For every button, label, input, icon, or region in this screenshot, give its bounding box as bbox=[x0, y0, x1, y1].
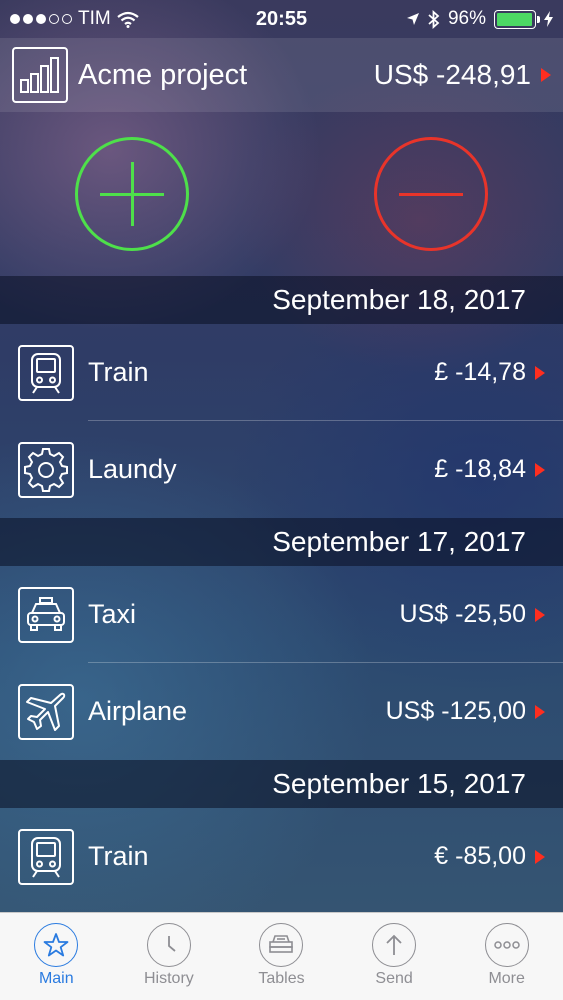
item-amount: £ -14,78 bbox=[434, 358, 526, 386]
item-label: Train bbox=[88, 357, 149, 387]
status-time: 20:55 bbox=[255, 7, 308, 30]
tab-history[interactable]: History bbox=[113, 913, 226, 1000]
battery-icon bbox=[494, 9, 540, 29]
item-label: Taxi bbox=[88, 599, 137, 629]
tab-label: Send bbox=[375, 970, 413, 987]
minus-icon bbox=[399, 192, 463, 196]
tab-main[interactable]: Main bbox=[0, 913, 113, 1000]
location-arrow-icon bbox=[406, 13, 419, 25]
star-icon bbox=[34, 923, 79, 967]
status-bar: TIM 20:55 96% bbox=[0, 0, 563, 38]
chevron-right-icon bbox=[535, 365, 545, 380]
item-amount: US$ -125,00 bbox=[385, 697, 526, 725]
item-amount: £ -18,84 bbox=[434, 455, 526, 483]
tab-send[interactable]: Send bbox=[338, 913, 451, 1000]
tab-label: More bbox=[488, 970, 525, 987]
bluetooth-icon bbox=[428, 9, 440, 29]
chevron-right-icon bbox=[535, 607, 545, 622]
clock-icon bbox=[146, 923, 191, 967]
list-item[interactable]: Train € -85,00 bbox=[0, 808, 563, 905]
item-amount: € -85,00 bbox=[434, 842, 526, 870]
chevron-right-icon bbox=[535, 849, 545, 864]
chevron-right-icon bbox=[535, 462, 545, 477]
tab-label: Tables bbox=[258, 970, 305, 987]
signal-strength-icon bbox=[10, 14, 72, 24]
item-label: Laundy bbox=[88, 454, 177, 484]
transaction-list: September 18, 2017 Train £ -14,78 Laundy… bbox=[0, 276, 563, 905]
battery-percent: 96% bbox=[447, 8, 486, 29]
tab-bar: Main History Tables Send More bbox=[0, 912, 563, 1000]
section-date: September 17, 2017 bbox=[272, 526, 526, 557]
taxi-icon bbox=[18, 586, 74, 643]
add-income-button[interactable] bbox=[75, 137, 189, 251]
train-icon bbox=[18, 344, 74, 401]
more-icon bbox=[484, 923, 529, 967]
carrier-name: TIM bbox=[78, 8, 111, 29]
list-item[interactable]: Laundy £ -18,84 bbox=[0, 421, 563, 518]
list-item[interactable]: Train £ -14,78 bbox=[0, 324, 563, 421]
section-date: September 18, 2017 bbox=[272, 284, 526, 315]
action-buttons bbox=[0, 112, 563, 276]
item-amount: US$ -25,50 bbox=[399, 600, 526, 628]
tab-label: History bbox=[144, 970, 194, 987]
item-label: Train bbox=[88, 841, 149, 871]
train-icon bbox=[18, 828, 74, 885]
chevron-right-icon bbox=[541, 68, 551, 82]
wifi-icon bbox=[117, 11, 139, 28]
airplane-icon bbox=[18, 683, 74, 740]
section-header: September 15, 2017 bbox=[0, 760, 563, 808]
section-date: September 15, 2017 bbox=[272, 768, 526, 799]
project-total: US$ -248,91 bbox=[373, 59, 531, 90]
charging-icon bbox=[544, 11, 553, 27]
section-header: September 17, 2017 bbox=[0, 518, 563, 566]
list-item[interactable]: Airplane US$ -125,00 bbox=[0, 663, 563, 760]
add-expense-button[interactable] bbox=[374, 137, 488, 251]
bar-chart-icon bbox=[12, 47, 68, 103]
chevron-right-icon bbox=[535, 704, 545, 719]
send-icon bbox=[372, 923, 417, 967]
tables-icon bbox=[259, 923, 304, 967]
list-item[interactable]: Taxi US$ -25,50 bbox=[0, 566, 563, 663]
tab-tables[interactable]: Tables bbox=[225, 913, 338, 1000]
tab-label: Main bbox=[38, 970, 74, 987]
tab-more[interactable]: More bbox=[450, 913, 563, 1000]
project-header[interactable]: Acme project US$ -248,91 bbox=[0, 38, 563, 112]
item-label: Airplane bbox=[88, 696, 188, 726]
project-title: Acme project bbox=[78, 58, 248, 91]
section-header: September 18, 2017 bbox=[0, 276, 563, 324]
gear-icon bbox=[18, 441, 74, 498]
